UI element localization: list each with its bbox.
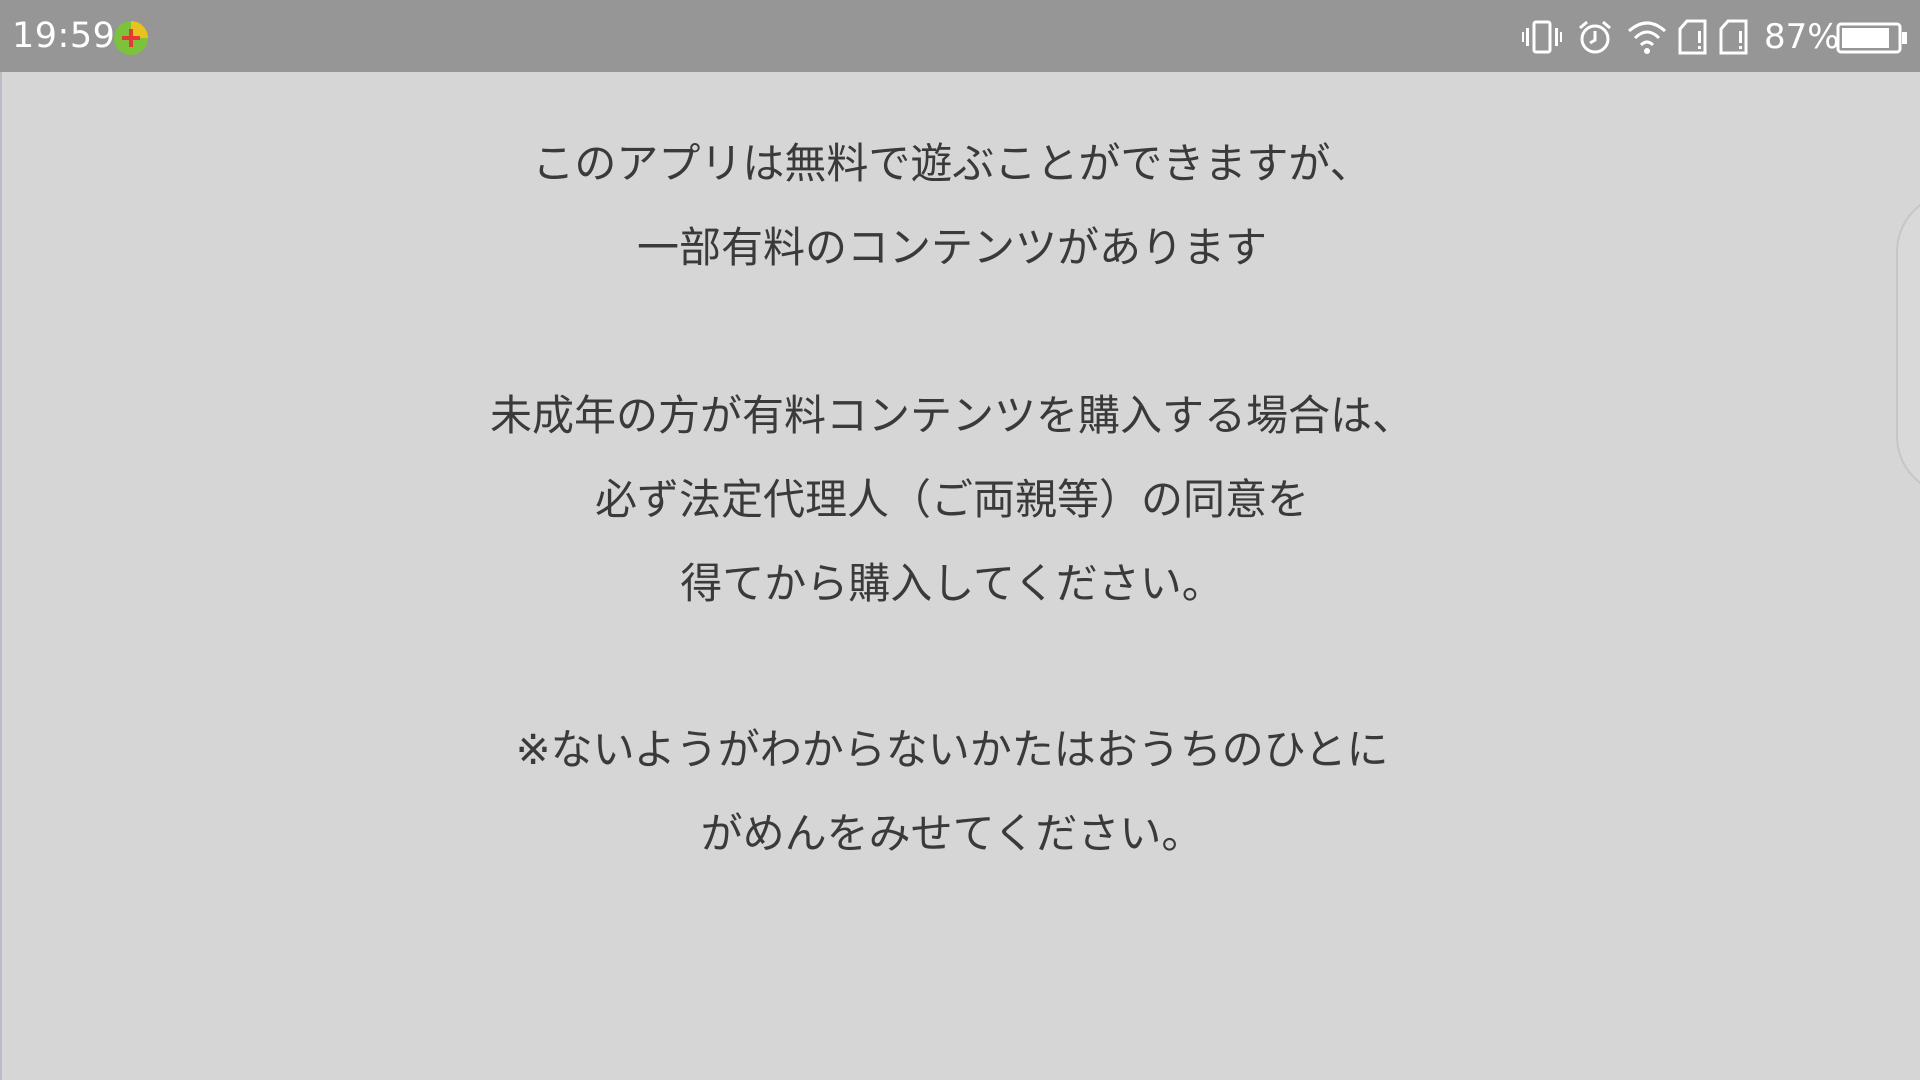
status-bar: 19:59 87%	[0, 0, 1920, 72]
battery-percentage: 87%	[1764, 17, 1840, 57]
sim-card-icon	[1719, 19, 1748, 55]
notice-text-line: ※ないようがわからないかたはおうちのひとに	[515, 725, 1389, 774]
notice-panel: このアプリは無料で遊ぶことができますが、 一部有料のコンテンツがあります 未成年…	[0, 72, 1920, 1080]
wifi-icon	[1628, 21, 1666, 54]
app-screen: 19:59 87% このアプリは無料で遊ぶことができますが、 一部有料のコンテン…	[0, 0, 1920, 1080]
edge-panel-handle[interactable]	[1896, 192, 1920, 496]
green-plus-circle-icon	[114, 21, 148, 55]
sim-card-icon	[1678, 19, 1707, 55]
vibrate-icon	[1522, 20, 1562, 54]
notice-text-line: がめんをみせてください。	[700, 809, 1204, 858]
notice-text-line: 必ず法定代理人（ご両親等）の同意を	[594, 475, 1309, 524]
notice-text-line: このアプリは無料で遊ぶことができますが、	[532, 139, 1372, 188]
notice-text-line: 未成年の方が有料コンテンツを購入する場合は、	[489, 391, 1414, 440]
notice-text-line: 得てから購入してください。	[680, 559, 1224, 608]
battery-icon	[1836, 22, 1907, 54]
alarm-icon	[1579, 20, 1611, 54]
status-time: 19:59	[12, 16, 116, 56]
notice-text-line: 一部有料のコンテンツがあります	[636, 223, 1267, 272]
